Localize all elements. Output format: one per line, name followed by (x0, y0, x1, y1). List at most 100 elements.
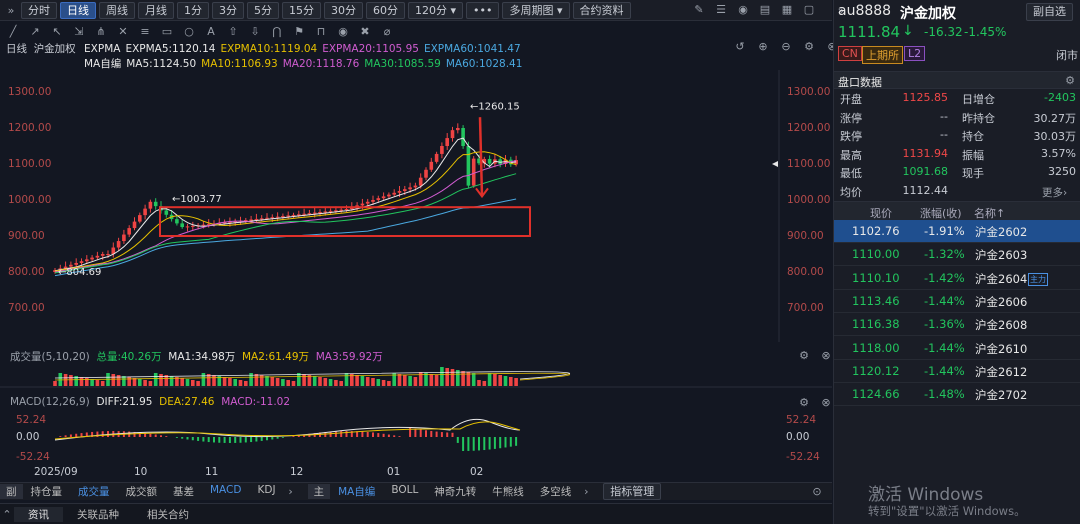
fib-tool-icon[interactable]: ≡ (138, 25, 152, 38)
sub-indicator-tab[interactable]: 成交量 (70, 484, 118, 499)
undo-icon[interactable]: ↺ (733, 40, 747, 53)
period-button[interactable]: 60分 (366, 1, 405, 19)
footer-tab[interactable]: 关联品种 (63, 507, 133, 522)
rect-tool-icon[interactable]: ▭ (160, 25, 174, 38)
period-button[interactable]: 1分 (177, 1, 209, 19)
period-button[interactable]: 月线 (138, 1, 174, 19)
main-indicator-tab[interactable]: 多空线 (532, 484, 580, 499)
zoom-in-icon[interactable]: ⊕ (756, 40, 770, 53)
col-change[interactable]: 涨幅(收) (920, 205, 962, 221)
volume-bar (254, 374, 259, 386)
contract-row[interactable]: 1124.66 -1.48% 沪金2702 (834, 383, 1080, 407)
eye-icon[interactable]: ◉ (336, 25, 350, 38)
location-icon[interactable]: ⊙ (810, 485, 824, 498)
contract-row[interactable]: 1118.00 -1.44% 沪金2610 (834, 337, 1080, 360)
stat-label: 最低 (840, 167, 862, 180)
indicator-manage-button[interactable]: 指标管理 (603, 483, 662, 500)
delete-icon[interactable]: ✖ (358, 25, 372, 38)
main-indicator-tab[interactable]: 神奇九转 (426, 484, 484, 499)
down-arrow-tool-icon[interactable]: ⇩ (248, 25, 262, 38)
sub-indicator-tab[interactable]: KDJ (249, 484, 283, 499)
contract-row[interactable]: 1102.76 -1.91% 沪金2602 (834, 220, 1080, 243)
footer-tab[interactable]: 相关合约 (133, 507, 203, 522)
layout-icon[interactable]: ▦ (780, 3, 794, 16)
macd-settings-icon[interactable]: ⚙ (797, 396, 811, 409)
candlestick-chart[interactable]: ←1260.15 ←1003.77 ←804.69 (0, 70, 832, 342)
contract-row[interactable]: 1116.38 -1.36% 沪金2608 (834, 313, 1080, 337)
main-indicator-tab[interactable]: MA自编 (330, 484, 383, 499)
period-button[interactable]: 合约资料 (572, 1, 631, 19)
settings-icon[interactable]: ⚙ (802, 40, 816, 53)
list-icon[interactable]: ☰ (714, 3, 728, 16)
volume-settings-icon[interactable]: ⚙ (797, 349, 811, 362)
volume-chart[interactable] (0, 362, 832, 388)
contract-row[interactable]: 1110.10 -1.42% 沪金2604 主力 (834, 267, 1080, 290)
sub-indicator-tab[interactable]: 基差 (165, 484, 202, 499)
panel-settings-icon[interactable]: ⚙ (1063, 74, 1077, 87)
stat-label: 最高 (840, 148, 862, 162)
ruler-icon[interactable]: ⌀ (380, 25, 394, 38)
up-arrow-tool-icon[interactable]: ⇧ (226, 25, 240, 38)
text-tool-icon[interactable]: A (204, 25, 218, 38)
magnet-icon[interactable]: ⋂ (270, 25, 284, 38)
period-button[interactable]: 多周期图 ▾ (502, 1, 570, 19)
cross-tool-icon[interactable]: ✕ (116, 25, 130, 38)
volume-bar (445, 368, 449, 386)
ray-tool-icon[interactable]: ↗ (28, 25, 42, 38)
period-button[interactable]: 5分 (247, 1, 279, 19)
period-button[interactable]: 日线 (60, 1, 96, 19)
footer-tab[interactable]: 资讯 (14, 506, 63, 522)
contract-row[interactable]: 1120.12 -1.44% 沪金2612 (834, 360, 1080, 383)
period-button[interactable]: ••• (466, 1, 500, 19)
macd-axis-left: 0.00 (16, 431, 40, 443)
contract-row[interactable]: 1110.00 -1.32% 沪金2603 (834, 243, 1080, 267)
flag-icon[interactable]: ⚑ (292, 25, 306, 38)
window-icon[interactable]: ▢ (802, 3, 816, 16)
add-favorite-button[interactable]: 副自选 (1026, 3, 1073, 21)
zoom-out-icon[interactable]: ⊖ (779, 40, 793, 53)
price-axis-label-left: 1000.00 (8, 194, 52, 206)
volume-bar (275, 378, 280, 386)
main-indicator-tab[interactable]: 牛熊线 (484, 484, 532, 499)
main-indicator-tab[interactable]: BOLL (383, 484, 426, 499)
volume-bar (344, 373, 349, 386)
candle-body (307, 213, 312, 215)
period-button[interactable]: 3分 (212, 1, 244, 19)
print-icon[interactable]: ▤ (758, 3, 772, 16)
col-name[interactable]: 名称↑ (974, 205, 1005, 221)
main-more-icon[interactable]: › (579, 485, 593, 498)
arrow-tool-icon[interactable]: ↖ (50, 25, 64, 38)
col-price[interactable]: 现价 (870, 205, 892, 221)
sub-indicator-tab[interactable]: 成交额 (118, 484, 166, 499)
macd-chart[interactable] (0, 410, 832, 462)
camera-icon[interactable]: ◉ (736, 3, 750, 16)
period-button[interactable]: 15分 (282, 1, 321, 19)
expand-icon[interactable]: » (4, 4, 18, 17)
volume-bar (180, 378, 184, 386)
circle-tool-icon[interactable]: ○ (182, 25, 196, 38)
period-button[interactable]: 周线 (99, 1, 135, 19)
sub-indicator-tab[interactable]: MACD (202, 484, 249, 499)
volume-bar (334, 380, 338, 386)
volume-close-icon[interactable]: ⊗ (819, 349, 833, 362)
sub-indicator-tab[interactable]: 持仓量 (23, 484, 71, 499)
channel-tool-icon[interactable]: ⇲ (72, 25, 86, 38)
contract-price: 1113.46 (852, 293, 900, 308)
pitchfork-tool-icon[interactable]: ⋔ (94, 25, 108, 38)
period-button[interactable]: 120分 ▾ (408, 1, 464, 19)
candle-body (312, 212, 317, 214)
volume-bar (418, 372, 423, 386)
price-axis-label-right: 1100.00 (787, 158, 831, 170)
collapse-icon[interactable]: ⌃ (0, 508, 14, 521)
more-link[interactable]: 更多› (1042, 185, 1067, 200)
contract-row[interactable]: 1113.46 -1.44% 沪金2606 (834, 290, 1080, 313)
macd-close-icon[interactable]: ⊗ (819, 396, 833, 409)
lock-icon[interactable]: ⊓ (314, 25, 328, 38)
line-tool-icon[interactable]: ╱ (6, 25, 20, 38)
sub-more-icon[interactable]: › (284, 485, 298, 498)
period-button[interactable]: 30分 (324, 1, 363, 19)
period-button[interactable]: 分时 (21, 1, 57, 19)
edit-icon[interactable]: ✎ (692, 3, 706, 16)
stat-row: 最高 1131.94 振幅 3.57% (840, 147, 1076, 165)
macd-axis-left: -52.24 (16, 451, 50, 463)
